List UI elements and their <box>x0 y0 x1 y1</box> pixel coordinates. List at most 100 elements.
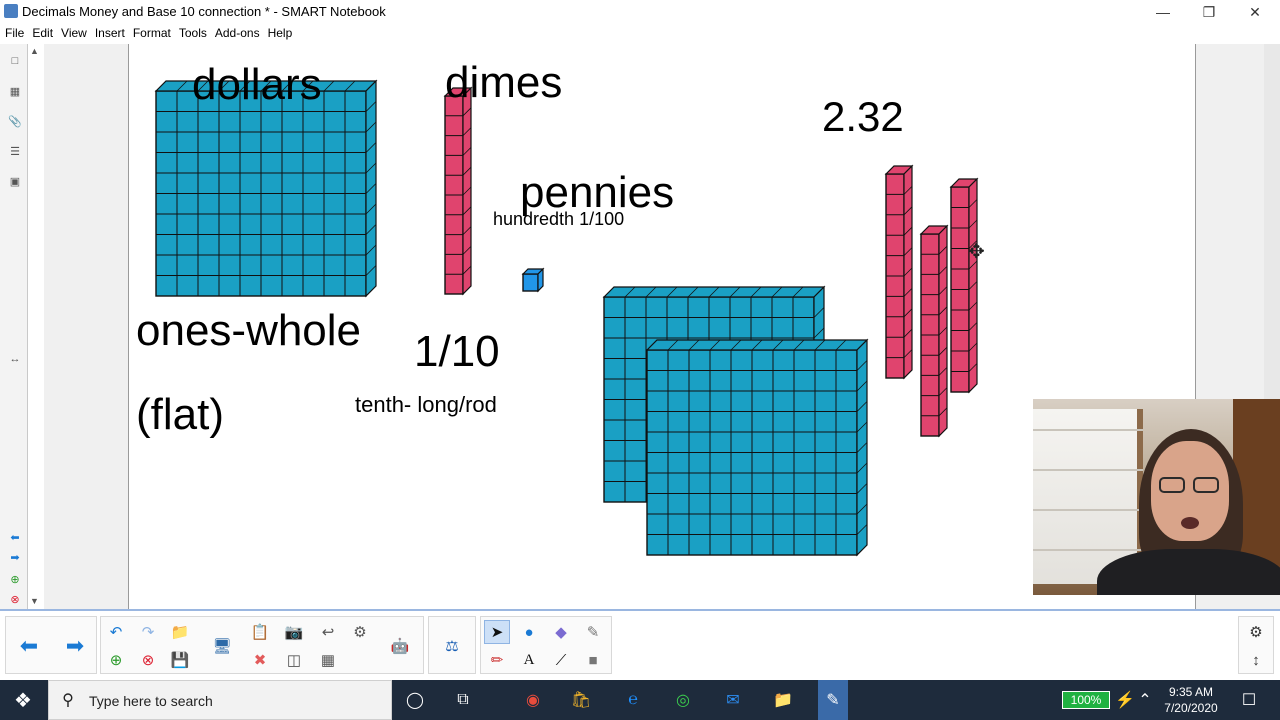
smart-notebook-icon <box>4 4 18 18</box>
fill-icon[interactable]: ■ <box>580 648 606 672</box>
blind-slat <box>1033 509 1143 511</box>
menu-edit[interactable]: Edit <box>31 24 58 44</box>
add-ons-icon[interactable]: 🤖 <box>387 634 413 658</box>
search-box[interactable]: ⚲ Type here to search <box>48 680 392 720</box>
page-sorter-icon[interactable]: □ <box>6 52 24 70</box>
webcam-glasses-left <box>1159 477 1185 493</box>
open-folder-icon[interactable]: 📁 <box>167 620 193 644</box>
line-icon[interactable]: ⟋ <box>548 648 574 672</box>
insert-icon[interactable]: ↩ <box>315 620 341 644</box>
toolbar-group-navigation: ⬅ ➡ <box>5 616 97 674</box>
close-icon[interactable]: ✕ <box>1232 0 1278 24</box>
blind-slat <box>1033 469 1143 471</box>
paste-icon[interactable]: 📋 <box>247 620 273 644</box>
restore-icon[interactable]: ❐ <box>1186 0 1232 24</box>
toolbar-group-main: ↶ ↷ 📁 ⊕ ⊗ 💾 🖥 📋 📷 ↩ ⚙ ✖ ◫ ▦ 🤖 <box>100 616 424 674</box>
clock-time: 9:35 AM <box>1168 685 1214 699</box>
minimize-icon[interactable]: — <box>1140 0 1186 24</box>
smart-notebook-taskbar-icon[interactable]: ✎ <box>818 680 848 720</box>
menu-insert[interactable]: Insert <box>94 24 130 44</box>
start-icon[interactable]: ❖ <box>10 688 36 712</box>
table-icon[interactable]: ▦ <box>315 648 341 672</box>
menu-format[interactable]: Format <box>132 24 176 44</box>
redo-icon[interactable]: ↷ <box>135 620 161 644</box>
clock[interactable]: 9:35 AM 7/20/2020 <box>1156 684 1226 716</box>
eraser-icon[interactable]: ◆ <box>548 620 574 644</box>
dimes-label[interactable]: dimes <box>445 58 562 108</box>
shapes-icon[interactable]: ● <box>516 620 542 644</box>
toolbar-group-settings: ⚙ ↕ <box>1238 616 1274 674</box>
flat-label[interactable]: (flat) <box>136 390 224 440</box>
tenth-label[interactable]: tenth- long/rod <box>355 392 497 418</box>
tenth-fraction[interactable]: 1/10 <box>414 327 500 377</box>
move-toolbar-icon[interactable]: ↕ <box>1243 648 1269 672</box>
menu-file[interactable]: File <box>4 24 29 44</box>
pens-icon[interactable]: ✏ <box>484 648 510 672</box>
gallery-icon[interactable]: ▦ <box>6 82 24 100</box>
scroll-down-icon[interactable]: ▼ <box>30 596 39 606</box>
notifications-icon[interactable]: ☐ <box>1236 688 1262 712</box>
next-page-icon[interactable]: ➡ <box>6 548 24 566</box>
show-hidden-icons-icon[interactable]: ⌃ <box>1132 688 1158 712</box>
toolbar-group-response: ⚖ <box>428 616 476 674</box>
webcam-video <box>1033 399 1280 595</box>
select-icon[interactable]: ➤ <box>484 620 510 644</box>
resize-sidebar-icon[interactable]: ↔ <box>6 350 24 368</box>
add-page-icon[interactable]: ⊕ <box>103 648 129 672</box>
ones-whole-label[interactable]: ones-whole <box>136 306 361 356</box>
webcam-glasses-right <box>1193 477 1219 493</box>
back-arrow-icon[interactable]: ⬅ <box>16 633 42 658</box>
blind-slat <box>1033 549 1143 551</box>
vertical-scrollbar[interactable]: ▲ ▼ <box>28 44 44 610</box>
hundredth-label[interactable]: hundredth 1/100 <box>493 209 624 230</box>
add-page-small-icon[interactable]: ⊕ <box>6 570 24 588</box>
mail-icon[interactable]: ✉ <box>720 688 746 712</box>
full-screen-icon[interactable]: ◫ <box>281 648 307 672</box>
settings-icon[interactable]: ⚙ <box>1243 620 1269 644</box>
webcam-person-body <box>1097 549 1280 595</box>
save-icon[interactable]: 💾 <box>167 648 193 672</box>
green-app-icon[interactable]: ◎ <box>670 688 696 712</box>
delete-page-small-icon[interactable]: ⊗ <box>6 590 24 608</box>
search-placeholder: Type here to search <box>89 693 213 709</box>
menu-help[interactable]: Help <box>267 24 298 44</box>
side-tab-strip: □ ▦ 📎 ☰ ▣ ↔ ⬅ ➡ ⊕ ⊗ <box>0 44 28 610</box>
prev-page-icon[interactable]: ⬅ <box>6 528 24 546</box>
add-ons-tab-icon[interactable]: ▣ <box>6 172 24 190</box>
clock-date: 7/20/2020 <box>1164 701 1218 715</box>
magic-pen-icon[interactable]: ✎ <box>580 620 606 644</box>
menu-add-ons[interactable]: Add-ons <box>214 24 265 44</box>
blind-slat <box>1033 429 1143 431</box>
screen-shade-icon[interactable]: 🖥 <box>209 634 235 658</box>
cortana-icon[interactable]: ◯ <box>402 688 428 712</box>
undo-icon[interactable]: ↶ <box>103 620 129 644</box>
task-view-icon[interactable]: ⧉ <box>450 688 476 712</box>
properties-icon[interactable]: ☰ <box>6 142 24 160</box>
edge-icon[interactable]: ℮ <box>620 688 646 712</box>
measure-icon[interactable]: ⚙ <box>347 620 373 644</box>
screen-capture-icon[interactable]: 📷 <box>281 620 307 644</box>
menu-view[interactable]: View <box>60 24 92 44</box>
file-explorer-icon[interactable]: 📁 <box>770 688 796 712</box>
webcam-person-mouth <box>1181 517 1199 529</box>
right-scrollbar[interactable] <box>1264 44 1280 400</box>
menu-bar: File Edit View Insert Format Tools Add-o… <box>0 24 1280 44</box>
delete-page-icon[interactable]: ⊗ <box>135 648 161 672</box>
chrome-icon[interactable]: ◉ <box>520 688 546 712</box>
response-icon[interactable]: ⚖ <box>439 634 465 658</box>
battery-indicator[interactable]: 100% <box>1062 691 1110 709</box>
scroll-up-icon[interactable]: ▲ <box>30 46 39 56</box>
attachments-icon[interactable]: 📎 <box>6 112 24 130</box>
text-icon[interactable]: A <box>516 648 542 672</box>
windows-taskbar: ❖ ⚲ Type here to search ◯ ⧉ ◉ 🛍 ℮ ◎ ✉ 📁 … <box>0 680 1280 720</box>
store-icon[interactable]: 🛍 <box>568 688 594 712</box>
amount-label[interactable]: 2.32 <box>822 93 904 141</box>
title-bar: Decimals Money and Base 10 connection * … <box>0 0 1280 24</box>
menu-tools[interactable]: Tools <box>178 24 212 44</box>
notebook-toolbar: ⬅ ➡ ↶ ↷ 📁 ⊕ ⊗ 💾 🖥 📋 📷 ↩ ⚙ ✖ ◫ ▦ 🤖 ⚖ ➤ ● … <box>0 611 1280 680</box>
dollars-label[interactable]: dollars <box>192 60 322 110</box>
forward-arrow-icon[interactable]: ➡ <box>62 633 88 658</box>
clear-icon[interactable]: ✖ <box>247 648 273 672</box>
left-gutter <box>44 44 128 610</box>
search-icon: ⚲ <box>62 692 74 709</box>
